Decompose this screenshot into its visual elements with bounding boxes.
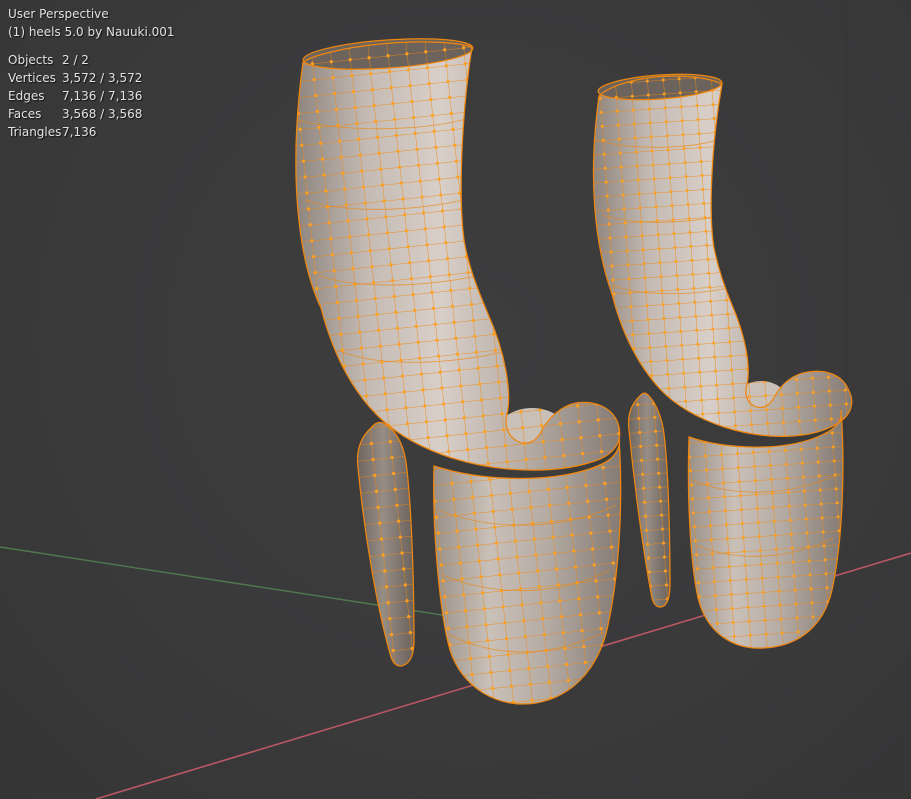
blender-3d-viewport[interactable]: User Perspective (1) heels 5.0 by Nauuki… <box>0 0 911 799</box>
mesh-heel-left[interactable] <box>280 25 640 725</box>
stat-row-faces: Faces 3,568 / 3,568 <box>8 105 175 123</box>
stat-label: Triangles <box>8 125 62 139</box>
stat-value: 2 / 2 <box>62 53 89 67</box>
right-wireframe-overlay <box>593 76 852 649</box>
stat-label: Edges <box>8 89 45 103</box>
stat-label: Vertices <box>8 71 56 85</box>
stat-row-objects: Objects 2 / 2 <box>8 51 175 69</box>
mesh-heel-right[interactable] <box>575 60 875 660</box>
stat-value: 3,572 / 3,572 <box>62 71 143 85</box>
view-perspective-label: User Perspective <box>8 7 109 21</box>
stat-row-vertices: Vertices 3,572 / 3,572 <box>8 69 175 87</box>
stat-row-edges: Edges 7,136 / 7,136 <box>8 87 175 105</box>
stat-row-triangles: Triangles 7,136 <box>8 123 175 141</box>
stat-label: Faces <box>8 107 42 121</box>
viewport-overlay-text: User Perspective (1) heels 5.0 by Nauuki… <box>8 5 175 141</box>
stat-value: 7,136 <box>62 125 97 139</box>
stat-label: Objects <box>8 53 54 67</box>
stat-value: 3,568 / 3,568 <box>62 107 143 121</box>
scene-statistics: Objects 2 / 2 Vertices 3,572 / 3,572 Edg… <box>8 51 175 141</box>
stat-value: 7,136 / 7,136 <box>62 89 143 103</box>
active-collection-label: (1) heels 5.0 by Nauuki.001 <box>8 25 175 39</box>
left-wireframe-overlay <box>295 41 621 705</box>
